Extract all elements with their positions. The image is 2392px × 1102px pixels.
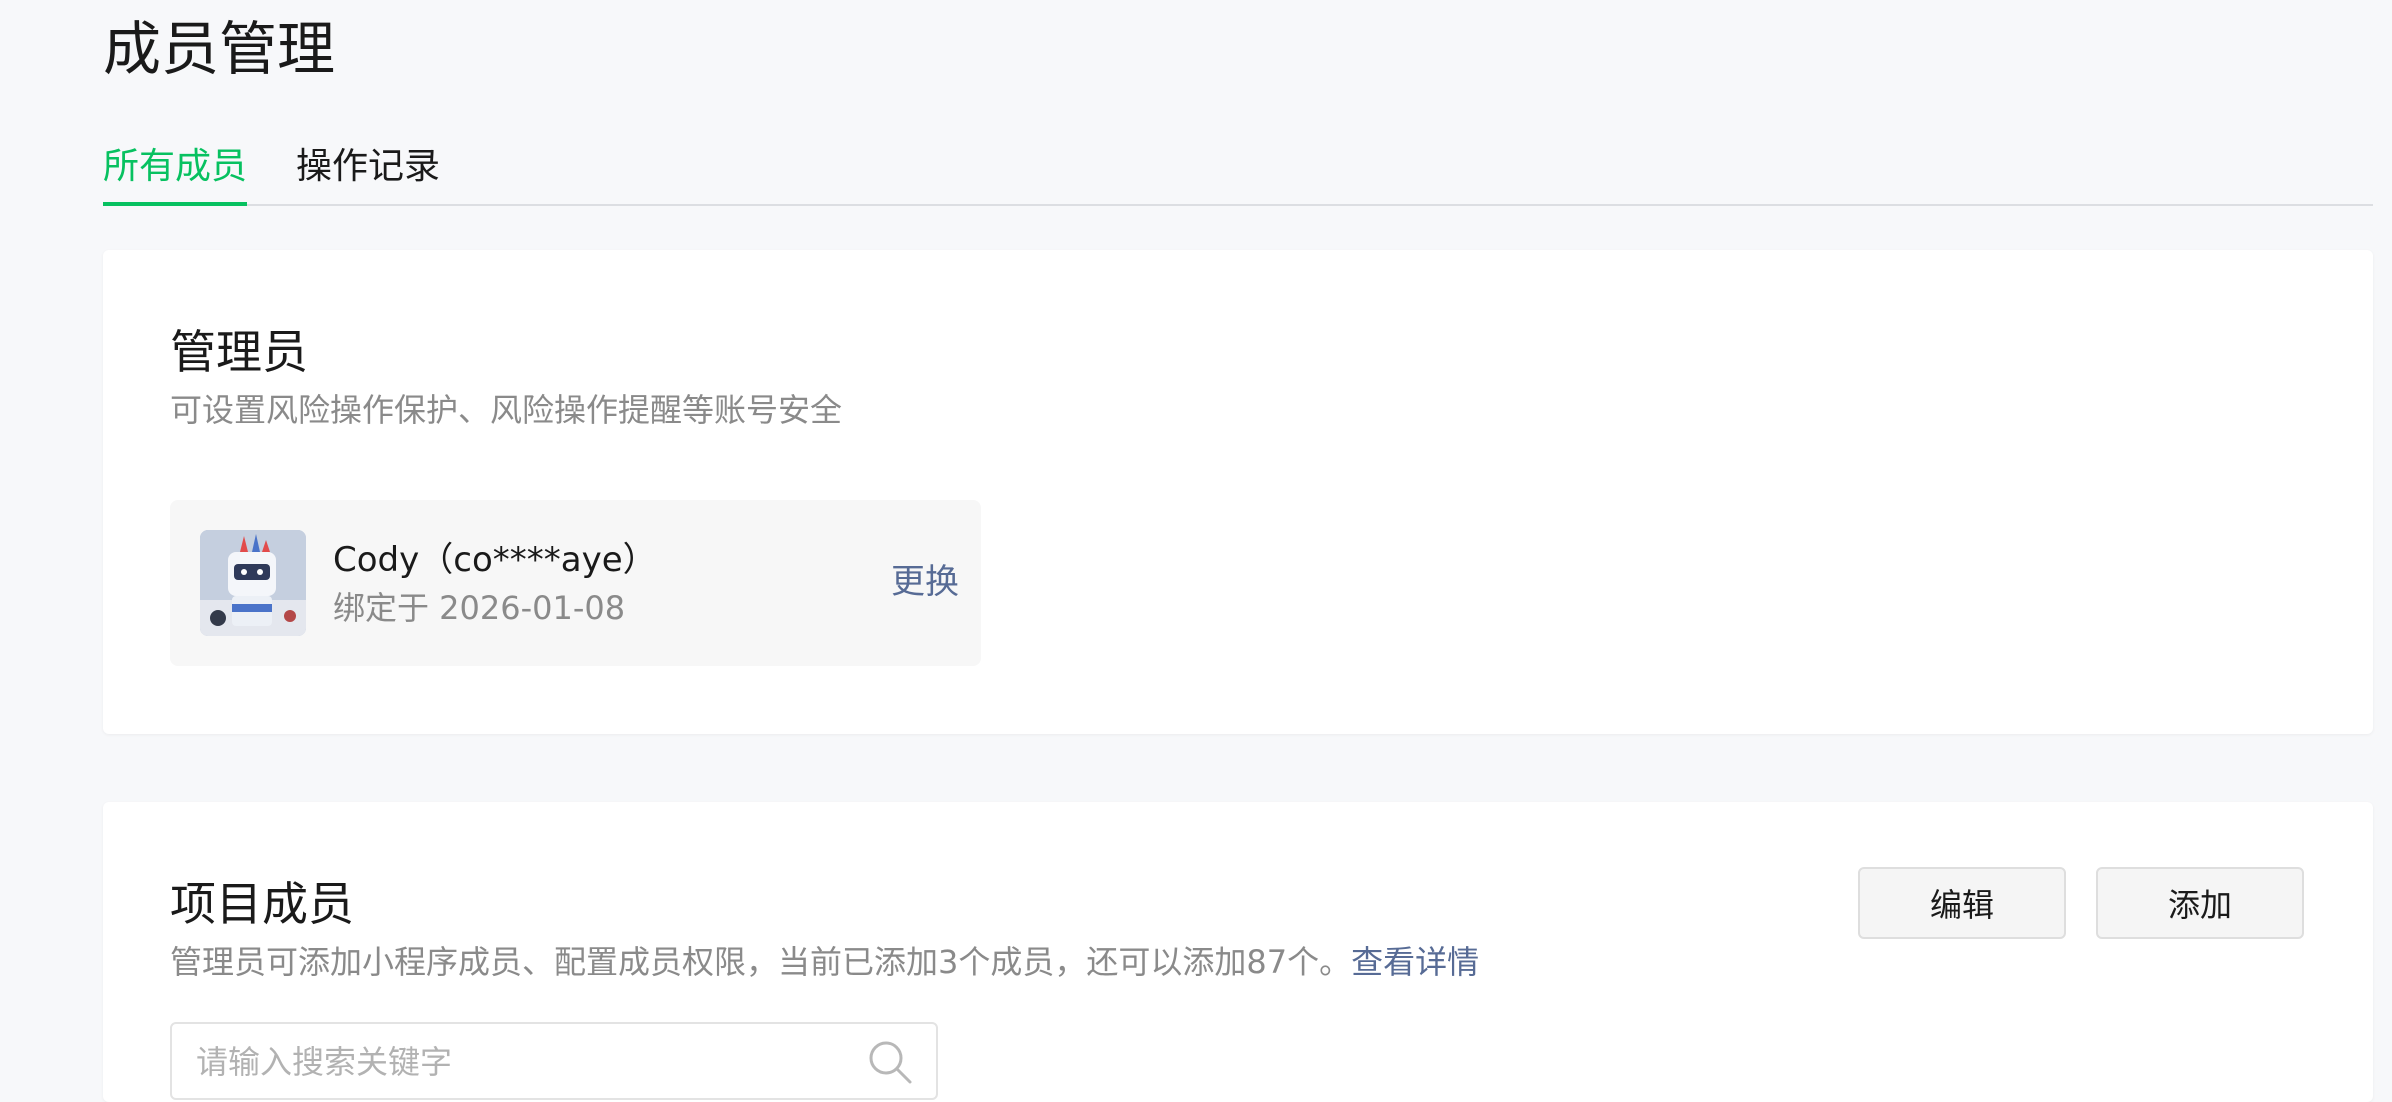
edit-button[interactable]: 编辑 bbox=[1858, 867, 2066, 939]
members-card: 项目成员 管理员可添加小程序成员、配置成员权限，当前已添加3个成员，还可以添加8… bbox=[103, 802, 2373, 1102]
add-button[interactable]: 添加 bbox=[2096, 867, 2304, 939]
members-section-description: 管理员可添加小程序成员、配置成员权限，当前已添加3个成员，还可以添加87个。查看… bbox=[170, 940, 1479, 984]
members-description-text: 管理员可添加小程序成员、配置成员权限，当前已添加3个成员，还可以添加87个。 bbox=[170, 943, 1352, 981]
admin-section-title: 管理员 bbox=[170, 325, 308, 379]
members-section-title: 项目成员 bbox=[170, 877, 354, 931]
tab-all-members[interactable]: 所有成员 bbox=[103, 138, 248, 206]
view-details-link[interactable]: 查看详情 bbox=[1351, 943, 1479, 981]
admin-name: Cody（co****aye） bbox=[333, 540, 657, 580]
tab-operation-log[interactable]: 操作记录 bbox=[296, 138, 440, 204]
page-title: 成员管理 bbox=[103, 15, 336, 83]
search-box bbox=[170, 1022, 938, 1100]
avatar bbox=[200, 530, 306, 636]
avatar-image bbox=[200, 530, 306, 636]
search-icon[interactable] bbox=[866, 1038, 914, 1086]
tab-bar: 所有成员 操作记录 bbox=[103, 138, 2373, 206]
search-input[interactable] bbox=[194, 1024, 838, 1100]
admin-info-box: Cody（co****aye） 绑定于 2026-01-08 更换 bbox=[170, 500, 981, 666]
admin-card: 管理员 可设置风险操作保护、风险操作提醒等账号安全 Cody（co****aye… bbox=[103, 250, 2373, 734]
admin-bound-date: 绑定于 2026-01-08 bbox=[333, 589, 626, 627]
change-admin-link[interactable]: 更换 bbox=[891, 560, 959, 604]
admin-section-description: 可设置风险操作保护、风险操作提醒等账号安全 bbox=[170, 391, 843, 429]
